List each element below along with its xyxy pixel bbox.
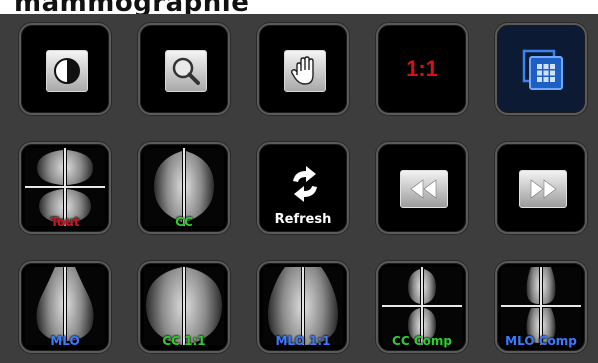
layout-tool-button[interactable] xyxy=(495,23,587,115)
pan-tool-button[interactable] xyxy=(257,23,349,115)
contrast-icon xyxy=(46,50,88,92)
layout-tout-button[interactable]: Tout xyxy=(19,142,111,234)
layout-label: CC xyxy=(175,215,193,229)
ratio-icon: 1:1 xyxy=(406,56,438,81)
view-label: MLO Comp xyxy=(505,334,577,348)
fast-forward-icon xyxy=(519,170,567,208)
app-header: mammographie xyxy=(0,0,598,14)
hand-icon xyxy=(284,50,326,92)
grid-layout-icon xyxy=(520,47,566,93)
refresh-icon xyxy=(285,164,325,204)
contrast-tool-button[interactable] xyxy=(19,23,111,115)
mammo-toolbar-panel: 1:1 Tout CC Refresh MLO CC 1:1 MLO 1:1 C… xyxy=(0,14,598,363)
magnifier-icon xyxy=(165,50,207,92)
refresh-button[interactable]: Refresh xyxy=(257,142,349,234)
view-cc-comp-button[interactable]: CC Comp xyxy=(376,261,468,353)
view-cc-1-1-button[interactable]: CC 1:1 xyxy=(138,261,230,353)
ratio-1-1-button[interactable]: 1:1 xyxy=(376,23,468,115)
previous-button[interactable] xyxy=(376,142,468,234)
view-label: MLO 1:1 xyxy=(275,334,331,348)
app-title: mammographie xyxy=(14,0,249,14)
view-mlo-comp-button[interactable]: MLO Comp xyxy=(495,261,587,353)
refresh-label: Refresh xyxy=(274,212,332,227)
view-label: MLO xyxy=(50,334,80,348)
view-mlo-1-1-button[interactable]: MLO 1:1 xyxy=(257,261,349,353)
rewind-icon xyxy=(400,170,448,208)
view-label: CC Comp xyxy=(392,334,452,348)
zoom-tool-button[interactable] xyxy=(138,23,230,115)
next-button[interactable] xyxy=(495,142,587,234)
view-label: CC 1:1 xyxy=(162,334,206,348)
layout-cc-button[interactable]: CC xyxy=(138,142,230,234)
layout-label: Tout xyxy=(50,215,80,229)
view-mlo-button[interactable]: MLO xyxy=(19,261,111,353)
